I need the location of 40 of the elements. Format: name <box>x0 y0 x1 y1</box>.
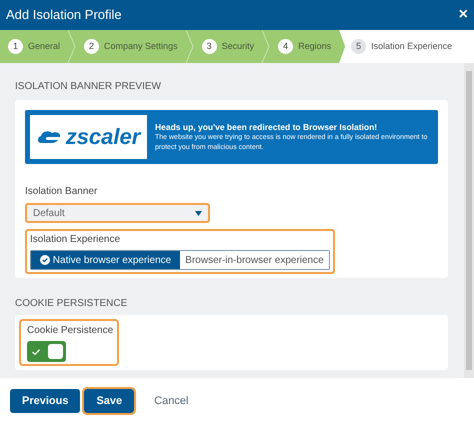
check-circle-icon <box>40 255 50 265</box>
step-tab[interactable]: 5 Isolation Experience <box>339 30 474 63</box>
chevron-divider <box>186 30 194 63</box>
field-label: Cookie Persistence <box>27 324 111 338</box>
section-title: ISOLATION BANNER PREVIEW <box>15 80 162 94</box>
step-number: 3 <box>202 39 217 54</box>
check-icon <box>32 348 40 354</box>
step-number: 1 <box>8 39 23 54</box>
step-tab[interactable]: 2 Company Settings <box>76 30 186 63</box>
step-label: Isolation Experience <box>371 40 452 53</box>
step-tab[interactable]: 3 Security <box>194 30 262 63</box>
step-tab[interactable]: 4 Regions <box>270 30 340 63</box>
step-number: 5 <box>351 39 366 54</box>
step-tab[interactable]: 1 General <box>0 30 68 63</box>
banner-dropdown[interactable]: Default <box>25 203 210 223</box>
cancel-link[interactable]: Cancel <box>142 389 200 413</box>
scroll-thumb[interactable] <box>466 71 472 370</box>
step-number: 4 <box>278 39 294 54</box>
step-label: Security <box>222 40 254 53</box>
toggle-knob <box>48 344 63 359</box>
field-label: Isolation Experience <box>30 233 122 247</box>
chevron-divider <box>68 30 76 63</box>
step-label: Regions <box>298 40 332 53</box>
scrollbar[interactable] <box>464 63 474 378</box>
step-label: Company Settings <box>104 40 178 53</box>
logo-text: zscaler <box>66 126 140 148</box>
step-number: 2 <box>84 39 100 54</box>
experience-option[interactable]: Native browser experience <box>31 251 180 269</box>
close-button[interactable]: × <box>458 7 468 23</box>
footer-button[interactable]: Previous <box>10 389 80 413</box>
caret-icon <box>195 210 202 216</box>
chevron-divider <box>262 30 270 63</box>
window-title: Add Isolation Profile <box>6 6 122 24</box>
section-title: COOKIE PERSISTENCE <box>15 297 128 311</box>
cookie-toggle[interactable] <box>27 341 66 362</box>
field-label: Isolation Banner <box>25 185 98 199</box>
cloud-logo-icon <box>36 129 63 145</box>
footer-button[interactable]: Save <box>84 389 134 413</box>
step-label: General <box>28 40 60 53</box>
banner-heading: Heads up, you've been redirected to Browser Isolation! <box>155 122 378 132</box>
